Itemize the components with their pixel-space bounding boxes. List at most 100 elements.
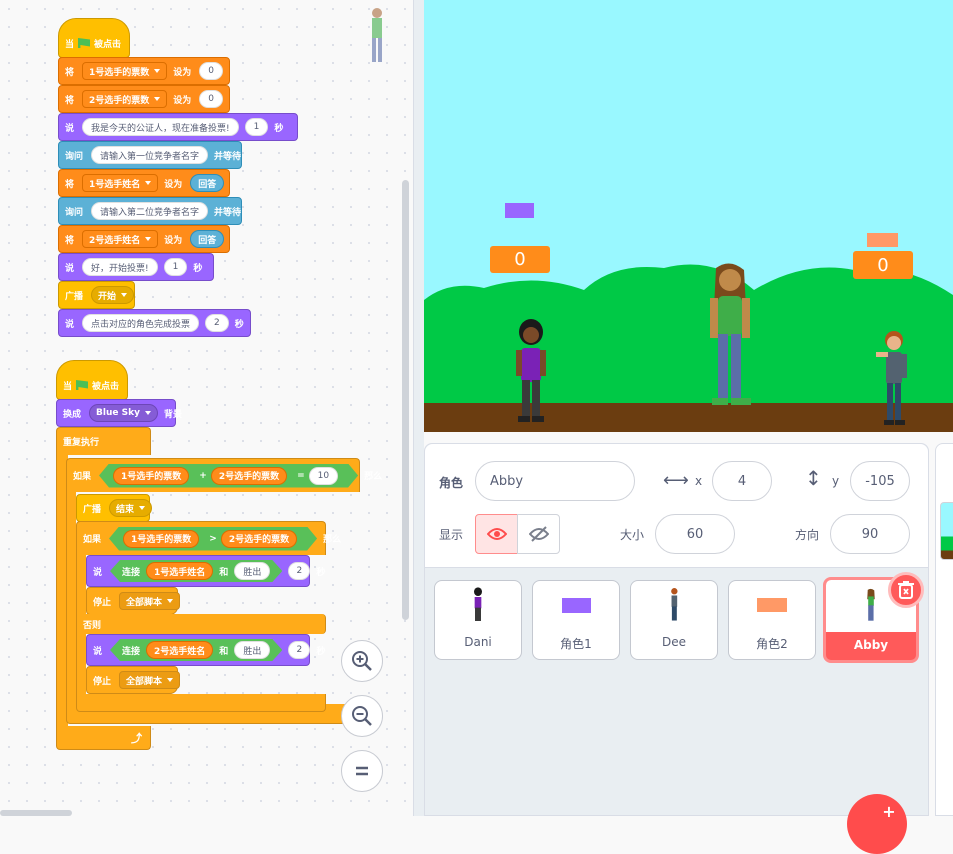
x-label: x — [695, 474, 703, 488]
secs-input[interactable]: 1 — [244, 118, 269, 136]
message-input[interactable]: 我是今天的公证人，现在准备投票! — [82, 118, 239, 136]
if-then-block[interactable]: 如果 1号选手的票数 + 2号选手的票数 = 10 那么 — [66, 458, 382, 492]
join-label: 连接 — [122, 567, 141, 578]
code-workspace[interactable]: 当 被点击 将 1号选手的票数 设为 0 将 2号选手的票数 设为 0 说 我是… — [0, 0, 413, 816]
say-for-secs-block[interactable]: 说 点击对应的角色完成投票 2 秒 — [58, 309, 251, 337]
answer-reporter[interactable]: 回答 — [190, 230, 225, 248]
size-input[interactable]: 60 — [655, 514, 735, 554]
equals-condition[interactable]: 1号选手的票数 + 2号选手的票数 = 10 — [99, 464, 358, 488]
vote-monitor-right[interactable]: 0 — [853, 251, 913, 279]
variable-reporter[interactable]: 2号选手的票数 — [221, 530, 297, 548]
set-keyword: 将 — [65, 95, 75, 106]
if-else-block[interactable]: 如果 1号选手的票数 > 2号选手的票数 那么 — [76, 521, 341, 555]
purple-sprite-rect[interactable] — [505, 203, 534, 218]
vote-monitor-left[interactable]: 0 — [490, 246, 550, 273]
horizontal-arrows-icon: ⟷ — [663, 470, 689, 491]
sprite-tile-dani[interactable]: Dani — [434, 580, 522, 660]
stop-block[interactable]: 停止 全部脚本 — [86, 587, 181, 615]
y-input[interactable]: -105 — [850, 461, 910, 501]
join-operator[interactable]: 连接 1号选手姓名 和 胜出 — [110, 560, 282, 582]
stage[interactable]: 0 0 — [424, 0, 953, 432]
zoom-reset-button[interactable] — [341, 750, 383, 792]
message-input[interactable]: 好，开始投票! — [82, 258, 158, 276]
delete-sprite-button[interactable] — [888, 572, 924, 608]
variable-reporter[interactable]: 1号选手的票数 — [123, 530, 199, 548]
zoom-out-button[interactable] — [341, 695, 383, 737]
question-input[interactable]: 请输入第一位竞争者名字 — [91, 146, 209, 164]
variable-dropdown[interactable]: 2号选手的票数 — [82, 90, 168, 108]
join-operator[interactable]: 连接 2号选手姓名 和 胜出 — [110, 639, 282, 661]
show-visible-button[interactable] — [475, 514, 518, 554]
variable-dropdown[interactable]: 1号选手的票数 — [82, 62, 168, 80]
ask-and-wait-block[interactable]: 询问 请输入第二位竞争者名字 并等待 — [58, 197, 242, 225]
dee-sprite[interactable] — [876, 330, 910, 428]
backdrop-thumbnail[interactable] — [940, 502, 953, 560]
x-input[interactable]: 4 — [712, 461, 772, 501]
text-input[interactable]: 胜出 — [234, 641, 270, 659]
orange-sprite-rect[interactable] — [867, 233, 898, 247]
when-flag-clicked-hat[interactable]: 当 被点击 — [58, 18, 130, 58]
stop-option-dropdown[interactable]: 全部脚本 — [119, 671, 181, 689]
add-sprite-button[interactable]: + — [847, 794, 907, 854]
set-keyword: 将 — [65, 179, 75, 190]
message-dropdown[interactable]: 开始 — [91, 286, 135, 304]
greater-operator: > — [209, 533, 217, 544]
say-for-secs-block[interactable]: 说 连接 1号选手姓名 和 胜出 2 秒 — [86, 555, 325, 587]
sprite-tile-2[interactable]: 角色2 — [728, 580, 816, 660]
value-input[interactable]: 0 — [199, 62, 223, 80]
sprite-tile-dee[interactable]: Dee — [630, 580, 718, 660]
eye-slash-icon — [528, 526, 549, 542]
direction-input[interactable]: 90 — [830, 514, 910, 554]
vertical-scrollbar[interactable] — [402, 180, 409, 620]
abby-sprite[interactable] — [700, 262, 760, 412]
say-for-secs-block[interactable]: 说 连接 2号选手姓名 和 胜出 2 秒 — [86, 634, 325, 666]
say-for-secs-block[interactable]: 说 好，开始投票! 1 秒 — [58, 253, 214, 281]
switch-backdrop-block[interactable]: 换成 Blue Sky 背景 — [56, 399, 182, 427]
when-label: 当 — [65, 39, 75, 50]
compare-value-input[interactable]: 10 — [309, 467, 338, 485]
backdrop-dropdown[interactable]: Blue Sky — [89, 404, 158, 422]
horizontal-scrollbar[interactable] — [0, 810, 72, 816]
variable-dropdown[interactable]: 1号选手姓名 — [82, 174, 159, 192]
greater-than-condition[interactable]: 1号选手的票数 > 2号选手的票数 — [109, 527, 317, 551]
secs-input[interactable]: 2 — [288, 562, 311, 580]
set-var-block[interactable]: 将 1号选手姓名 设为 回答 — [58, 169, 230, 197]
set-var-block[interactable]: 将 2号选手姓名 设为 回答 — [58, 225, 230, 253]
answer-reporter[interactable]: 回答 — [190, 174, 225, 192]
loop-arrow-icon: ⤴ — [131, 731, 142, 745]
clicked-label: 被点击 — [92, 381, 120, 392]
secs-input[interactable]: 1 — [163, 258, 188, 276]
dani-sprite[interactable] — [513, 318, 549, 426]
say-keyword: 说 — [65, 319, 75, 330]
secs-input[interactable]: 2 — [205, 314, 229, 332]
text-input[interactable]: 胜出 — [234, 562, 270, 580]
broadcast-block[interactable]: 广播 开始 — [58, 281, 135, 309]
set-var-block[interactable]: 将 1号选手的票数 设为 0 — [58, 57, 230, 85]
variable-reporter[interactable]: 1号选手的票数 — [113, 467, 189, 485]
variable-reporter[interactable]: 2号选手姓名 — [146, 641, 213, 659]
show-hidden-button[interactable] — [517, 514, 560, 554]
forever-block[interactable]: 重复执行 — [56, 427, 151, 455]
sprite-tile-1[interactable]: 角色1 — [532, 580, 620, 660]
message-input[interactable]: 点击对应的角色完成投票 — [82, 314, 200, 332]
question-input[interactable]: 请输入第二位竞争者名字 — [91, 202, 209, 220]
ask-and-wait-block[interactable]: 询问 请输入第一位竞争者名字 并等待 — [58, 141, 242, 169]
message-dropdown[interactable]: 结束 — [109, 499, 153, 517]
set-var-block[interactable]: 将 2号选手的票数 设为 0 — [58, 85, 230, 113]
say-for-secs-block[interactable]: 说 我是今天的公证人，现在准备投票! 1 秒 — [58, 113, 298, 141]
sprite-name-input[interactable]: Abby — [475, 461, 635, 501]
secs-input[interactable]: 2 — [288, 641, 311, 659]
variable-reporter[interactable]: 1号选手姓名 — [146, 562, 213, 580]
ask-keyword: 询问 — [65, 151, 84, 162]
stop-option-dropdown[interactable]: 全部脚本 — [119, 592, 181, 610]
stage-backdrop-pane[interactable] — [935, 443, 953, 816]
sprite-name: Abby — [853, 638, 889, 652]
variable-reporter[interactable]: 2号选手的票数 — [211, 467, 287, 485]
zoom-in-button[interactable] — [341, 640, 383, 682]
broadcast-block[interactable]: 广播 结束 — [76, 494, 153, 522]
variable-dropdown[interactable]: 2号选手姓名 — [82, 230, 159, 248]
value-input[interactable]: 0 — [199, 90, 223, 108]
sprite-thumbnail — [668, 581, 680, 629]
when-flag-clicked-hat[interactable]: 当 被点击 — [56, 360, 128, 400]
stop-block[interactable]: 停止 全部脚本 — [86, 666, 181, 694]
